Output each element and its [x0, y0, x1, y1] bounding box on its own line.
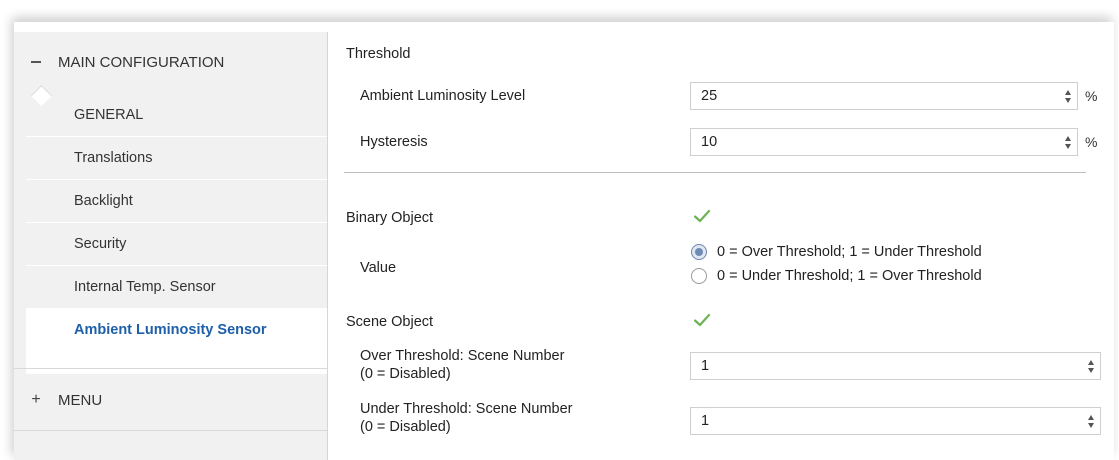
value-option-under-threshold[interactable]: 0 = Under Threshold; 1 = Over Threshold — [691, 268, 982, 284]
menu-header[interactable]: + MENU — [14, 374, 327, 426]
sidebar-item-backlight[interactable]: Backlight — [26, 180, 327, 222]
sidebar-item-label: Security — [74, 236, 127, 252]
radio-label: 0 = Under Threshold; 1 = Over Threshold — [717, 268, 982, 284]
window: MAIN CONFIGURATION GENERAL Translations … — [14, 22, 1114, 460]
main-configuration-label: MAIN CONFIGURATION — [58, 53, 225, 71]
threshold-heading: Threshold — [346, 46, 411, 62]
main-configuration-header[interactable]: MAIN CONFIGURATION — [14, 36, 327, 88]
sidebar-item-general[interactable]: GENERAL — [26, 94, 327, 136]
settings-panel: Threshold Ambient Luminosity Level % Hys… — [327, 32, 1114, 460]
over-threshold-scene-label: Over Threshold: Scene Number (0 = Disabl… — [360, 347, 564, 383]
sidebar-item-internal-temp-sensor[interactable]: Internal Temp. Sensor — [26, 266, 327, 308]
binary-object-checkbox[interactable] — [692, 206, 712, 226]
sidebar-item-label: GENERAL — [74, 107, 144, 123]
over-threshold-scene-input[interactable] — [691, 353, 1082, 379]
sidebar-item-label: Backlight — [74, 193, 133, 209]
scene-object-label: Scene Object — [346, 314, 434, 330]
sidebar-item-label: Translations — [74, 150, 153, 166]
section-divider — [344, 172, 1086, 173]
spinner-arrows-icon[interactable] — [1059, 129, 1077, 155]
value-label: Value — [360, 260, 397, 276]
under-threshold-scene-stepper[interactable] — [690, 407, 1101, 435]
spinner-arrows-icon[interactable] — [1082, 408, 1100, 434]
ambient-luminosity-level-stepper[interactable] — [690, 82, 1078, 110]
spinner-arrows-icon[interactable] — [1059, 83, 1077, 109]
sidebar-item-translations[interactable]: Translations — [26, 137, 327, 179]
over-threshold-scene-stepper[interactable] — [690, 352, 1101, 380]
divider — [14, 430, 327, 431]
sidebar-item-label: Ambient Luminosity Sensor — [74, 322, 267, 338]
sidebar-item-security[interactable]: Security — [26, 223, 327, 265]
radio-selected[interactable] — [691, 244, 707, 260]
collapse-icon[interactable] — [14, 53, 58, 71]
scene-object-checkbox[interactable] — [692, 310, 712, 330]
sidebar: MAIN CONFIGURATION GENERAL Translations … — [14, 32, 328, 460]
spinner-arrows-icon[interactable] — [1082, 353, 1100, 379]
radio-label: 0 = Over Threshold; 1 = Under Threshold — [717, 244, 982, 260]
menu-label: MENU — [58, 391, 103, 409]
label-line: (0 = Disabled) — [360, 419, 451, 435]
label-line: Over Threshold: Scene Number — [360, 348, 565, 364]
value-option-over-threshold[interactable]: 0 = Over Threshold; 1 = Under Threshold — [691, 244, 982, 260]
under-threshold-scene-label: Under Threshold: Scene Number (0 = Disab… — [360, 400, 573, 436]
expand-icon[interactable]: + — [14, 391, 58, 409]
hysteresis-unit: % — [1085, 134, 1098, 150]
sidebar-item-label: Internal Temp. Sensor — [74, 279, 216, 295]
hysteresis-input[interactable] — [691, 129, 1059, 155]
sidebar-item-ambient-luminosity-sensor[interactable]: Ambient Luminosity Sensor — [26, 309, 327, 351]
ambient-luminosity-level-input[interactable] — [691, 83, 1059, 109]
ambient-luminosity-unit: % — [1085, 88, 1098, 104]
under-threshold-scene-input[interactable] — [691, 408, 1082, 434]
radio-unselected[interactable] — [691, 268, 707, 284]
label-line: Under Threshold: Scene Number — [360, 401, 573, 417]
divider — [14, 368, 327, 369]
binary-object-label: Binary Object — [346, 210, 434, 226]
label-line: (0 = Disabled) — [360, 366, 451, 382]
hysteresis-stepper[interactable] — [690, 128, 1078, 156]
ambient-luminosity-level-label: Ambient Luminosity Level — [360, 88, 526, 104]
submenu: GENERAL Translations Backlight Security … — [26, 94, 327, 394]
hysteresis-label: Hysteresis — [360, 134, 428, 150]
